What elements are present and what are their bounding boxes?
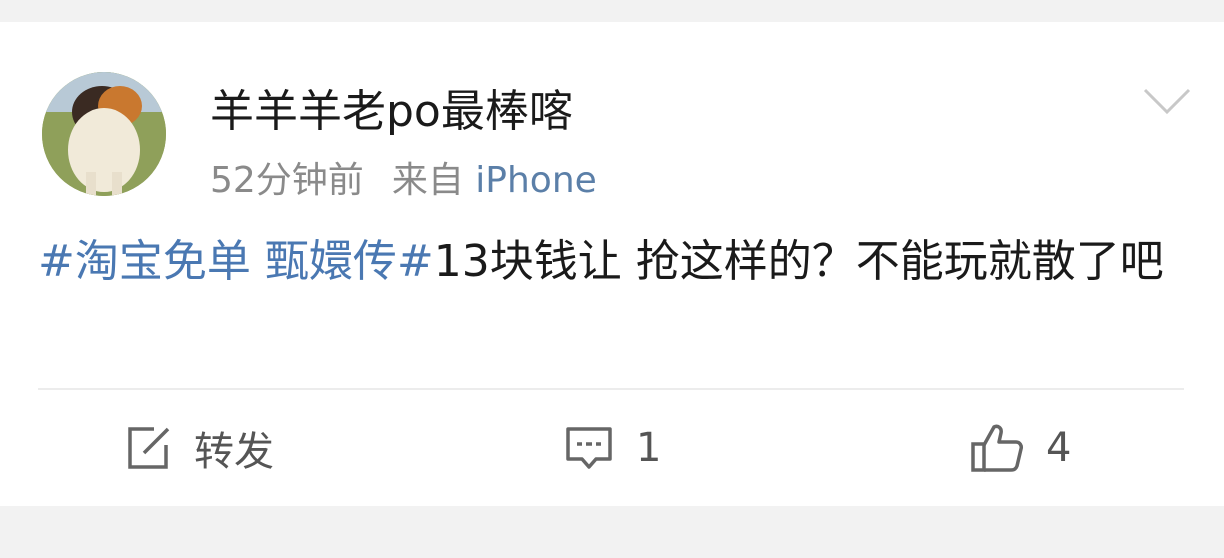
- source-prefix: 来自: [391, 160, 464, 201]
- repost-button[interactable]: 转发: [124, 418, 274, 478]
- thumbs-up-icon: [970, 423, 1024, 473]
- post-time: 52分钟前: [210, 160, 364, 201]
- avatar[interactable]: [42, 72, 166, 196]
- post-meta: 52分钟前 来自 iPhone: [210, 158, 597, 204]
- comment-button[interactable]: 1: [564, 418, 661, 478]
- hashtag-link[interactable]: #淘宝免单 甄嬛传#: [38, 236, 434, 287]
- bottom-separator: [0, 506, 1224, 558]
- like-count: 4: [1046, 425, 1072, 471]
- comment-icon: [564, 425, 614, 471]
- share-edit-icon: [124, 425, 172, 471]
- username[interactable]: 羊羊羊老po最棒喀: [210, 82, 573, 142]
- top-separator: [0, 0, 1224, 22]
- repost-label: 转发: [194, 429, 274, 475]
- like-button[interactable]: 4: [970, 418, 1071, 478]
- post-body: 13块钱让 抢这样的？不能玩就散了吧: [433, 236, 1164, 287]
- source-device[interactable]: iPhone: [475, 160, 597, 201]
- post-text: #淘宝免单 甄嬛传#13块钱让 抢这样的？不能玩就散了吧: [38, 232, 1188, 292]
- comment-count: 1: [636, 425, 662, 471]
- avatar-image: [42, 72, 166, 196]
- divider: [38, 388, 1184, 390]
- chevron-down-icon[interactable]: [1142, 86, 1192, 116]
